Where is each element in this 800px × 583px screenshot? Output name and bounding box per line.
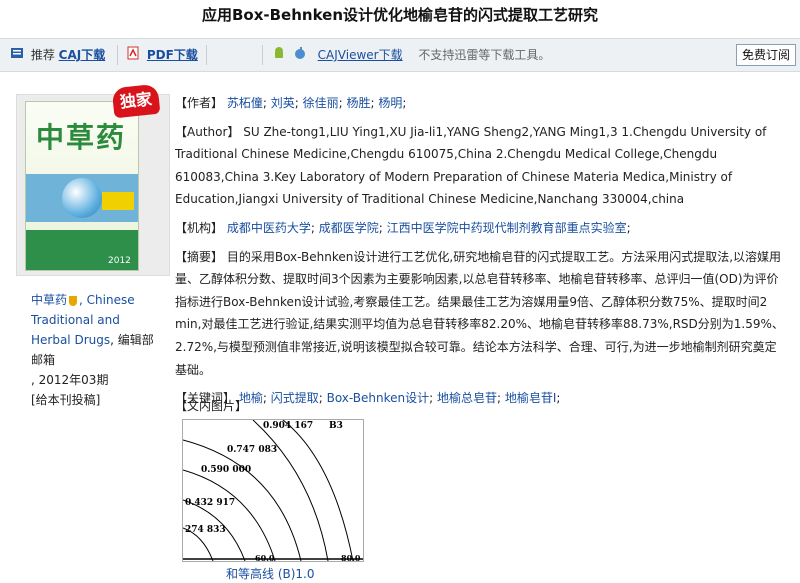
pdf-download-group: PDF下载 [126,39,198,71]
keyword-link[interactable]: Box-Behnken设计 [327,391,430,405]
author-en-row: 【Author】 SU Zhe-tong1,LIU Ying1,XU Jia-l… [175,121,785,211]
recommend-label: 推荐 [30,48,55,62]
pdf-icon [126,40,140,72]
journal-info: 中草药, Chinese Traditional and Herbal Drug… [31,290,161,410]
figure-label: 【文内图片】 [175,399,248,413]
author-en-label: 【Author】 [175,124,240,139]
cover-globe [62,178,102,218]
author-en-text: SU Zhe-tong1,LIU Ying1,XU Jia-li1,YANG S… [175,124,767,207]
apple-icon [293,40,307,72]
pdf-download-link[interactable]: PDF下载 [147,48,198,62]
author-link[interactable]: 刘英 [271,96,295,110]
axis-tick-label: 60.0 [255,553,275,561]
journal-issue: , 2012年03期 [31,373,109,387]
download-notice: 不支持迅雷等下载工具。 [418,48,551,62]
keyword-link[interactable]: 闪式提取 [271,391,319,405]
org-link[interactable]: 江西中医学院中药现代制剂教育部重点实验室 [387,221,627,235]
contour-label: 274 833 [185,525,226,535]
figure-caption-link[interactable]: 和等高线 (B)1.0 [226,565,315,582]
author-link[interactable]: 徐佳丽 [303,96,339,110]
contour-line [282,420,354,561]
free-subscribe-button[interactable]: 免费订阅 [735,44,796,66]
cover-image: 中草药 2012 [25,101,139,271]
corner-label: B3 [329,421,343,431]
contour-label: 0.904 167 [263,421,313,431]
cajviewer-download-link[interactable]: CAJViewer下载 [318,48,403,62]
caj-download-group: 推荐 CAJ下载 [10,39,105,71]
book-icon [10,40,24,72]
download-toolbar: 推荐 CAJ下载 PDF下载 CAJViewer下载 不支持迅雷等下载工具。 免… [0,38,800,72]
abstract-text: 目的采用Box-Behnken设计进行工艺优化,研究地榆皂苷的闪式提取工艺。方法… [175,249,784,377]
axis-tick-label: 80.0 [341,553,361,561]
org-row: 【机构】 成都中医药大学; 成都医学院; 江西中医学院中药现代制剂教育部重点实验… [175,220,631,235]
org-link[interactable]: 成都医学院 [319,221,379,235]
author-link[interactable]: 苏柘僮 [227,96,263,110]
contour-figure[interactable]: 0.904 167 B3 0.747 083 0.590 000 0.432 9… [182,419,364,562]
journal-cover[interactable]: 中草药 2012 [16,94,170,276]
toolbar-divider [206,45,207,65]
contour-plot: 0.904 167 B3 0.747 083 0.590 000 0.432 9… [183,420,363,561]
toolbar-divider [262,45,263,65]
journal-name-link[interactable]: 中草药 [31,293,67,307]
author-label: 【作者】 [175,96,224,110]
cover-title: 中草药 [36,121,127,154]
cajviewer-download-group: CAJViewer下载 不支持迅雷等下载工具。 [272,39,550,71]
abstract-row: 【摘要】 目的采用Box-Behnken设计进行工艺优化,研究地榆皂苷的闪式提取… [175,246,785,382]
toolbar-divider [117,45,118,65]
org-label: 【机构】 [175,220,224,235]
abstract-label: 【摘要】 [175,249,224,264]
cover-package [102,192,134,210]
medal-icon [69,295,78,306]
exclusive-badge: 独家 [111,83,161,119]
submit-link[interactable]: [给本刊投稿] [31,390,161,410]
contour-label: 0.432 917 [185,498,235,508]
contour-label: 0.747 083 [227,445,277,455]
author-link[interactable]: 杨胜 [346,96,370,110]
contour-label: 0.590 000 [201,465,251,475]
contour-line [252,420,329,561]
keywords-row: 【关键词】 地榆; 闪式提取; Box-Behnken设计; 地榆总皂苷; 地榆… [175,391,561,406]
android-icon [272,40,286,72]
caj-download-link[interactable]: CAJ下载 [59,48,106,62]
author-link[interactable]: 杨明 [378,96,402,110]
page-title: 应用Box-Behnken设计优化地榆皂苷的闪式提取工艺研究 [201,6,599,24]
keyword-link[interactable]: 地榆总皂苷 [437,391,497,405]
cover-year: 2012 [108,256,131,266]
authors-row: 【作者】 苏柘僮; 刘英; 徐佳丽; 杨胜; 杨明; [175,96,407,110]
article-content: 【作者】 苏柘僮; 刘英; 徐佳丽; 杨胜; 杨明; 【Author】 SU Z… [175,92,785,410]
org-link[interactable]: 成都中医药大学 [227,221,311,235]
keyword-link[interactable]: 地榆皂苷Ⅰ [505,391,557,405]
